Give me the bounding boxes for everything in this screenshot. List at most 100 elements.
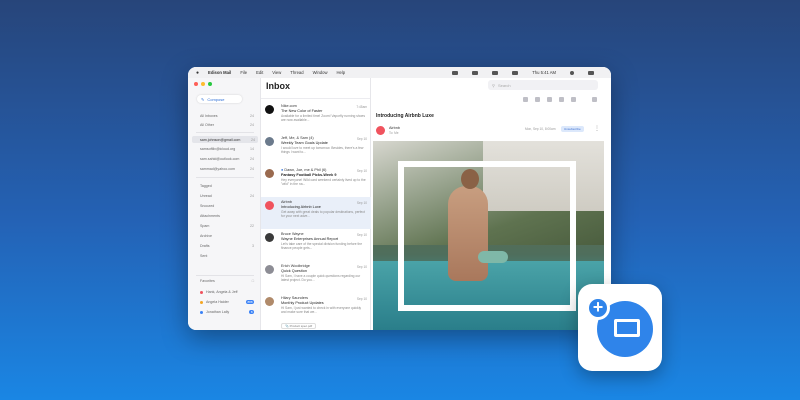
message-time: Sep 10 <box>356 265 367 269</box>
sidebar-account-3[interactable]: sam.sahid@outlook.com 24 <box>200 157 254 161</box>
message-row-annual-report[interactable]: Bruce Wayne Sep 10 Wayne Enterprises Ann… <box>261 229 371 261</box>
menu-app-name[interactable]: Edison Mail <box>208 70 231 75</box>
sidebar-item-label: sam.johnson@gmail.com <box>200 137 241 142</box>
spotlight-icon[interactable] <box>570 70 574 75</box>
sidebar-item-all-other[interactable]: All Other 24 <box>200 123 254 127</box>
message-snippet: Hey everyone! Wild card weekend certainl… <box>281 178 366 187</box>
menu-edit[interactable]: Edit <box>256 70 263 75</box>
sender-avatar <box>265 201 274 210</box>
minimize-window-button[interactable] <box>201 82 205 86</box>
favorite-item-3[interactable]: Jonathan Lally 8 <box>200 310 254 314</box>
attachment-chip[interactable]: 📎 Product spec.pdf <box>281 323 317 330</box>
sidebar-account-4[interactable]: sammad@yahoo.com 24 <box>200 167 254 171</box>
sidebar-item-label: sam.sahid@outlook.com <box>200 157 240 161</box>
sidebar-item-unread[interactable]: Unread 24 <box>200 194 254 198</box>
search-input[interactable]: ⚲ Search <box>488 80 598 90</box>
sidebar-item-sent[interactable]: Sent <box>200 254 254 258</box>
sidebar-item-label: Sent <box>200 254 208 258</box>
sidebar-item-label: Snoozed <box>200 204 215 208</box>
display-icon[interactable] <box>472 70 479 75</box>
control-center-icon[interactable] <box>588 70 594 75</box>
message-row-quick-question[interactable]: Erich Woolbridge Sep 10 Quick Question H… <box>261 261 371 293</box>
mail-status-icon[interactable] <box>452 70 459 75</box>
sidebar-item-label: Attachments <box>200 214 220 218</box>
message-subject: Weekly Team Goals Update <box>281 141 328 145</box>
favorite-item-1[interactable]: Hank, Angela & Jeff <box>200 290 254 294</box>
sender-avatar <box>265 265 274 274</box>
favorite-item-2[interactable]: Angela Haider 888 <box>200 300 254 304</box>
sidebar-item-snoozed[interactable]: Snoozed <box>200 204 254 208</box>
wifi-icon[interactable] <box>492 70 499 75</box>
menu-window[interactable]: Window <box>313 70 328 75</box>
apple-icon[interactable]: ● <box>196 70 199 76</box>
battery-icon[interactable] <box>512 70 519 75</box>
message-sender: Hilary Saunders <box>281 296 309 300</box>
pencil-icon: ✎ <box>201 96 205 102</box>
message-subject: The New Color of Faster <box>281 109 323 113</box>
message-row-team-goals[interactable]: Jeff, Me, & Sam (4) Sep 10 Weekly Team G… <box>261 133 371 165</box>
menu-view[interactable]: View <box>272 70 281 75</box>
menu-help[interactable]: Help <box>336 70 345 75</box>
message-row-product-updates[interactable]: Hilary Saunders Sep 10 Monthly Product U… <box>261 293 371 330</box>
sidebar-item-count: 24 <box>250 167 254 171</box>
favorite-color-dot <box>200 290 203 294</box>
message-snippet: Available for a limited time! Zoom! Vapo… <box>281 114 365 123</box>
sidebar-item-count: 14 <box>250 147 254 151</box>
message-sender: Jeff, Me, & Sam (4) <box>281 136 314 140</box>
favorite-count-badge: 8 <box>249 310 254 314</box>
menu-bar: ● Edison Mail File Edit View Thread Wind… <box>188 67 611 78</box>
app-icon-badge: + <box>578 284 662 371</box>
sidebar-item-count: 24 <box>250 157 254 161</box>
sender-avatar <box>265 233 274 242</box>
sidebar-item-all-inboxes[interactable]: All Inboxes 24 <box>200 114 254 118</box>
zoom-window-button[interactable] <box>208 82 212 86</box>
message-time: 7:45am <box>356 105 367 109</box>
menu-thread[interactable]: Thread <box>290 70 303 75</box>
favorites-title: Favorites <box>200 279 215 283</box>
sender-avatar <box>265 297 274 306</box>
sidebar-item-label: Unread <box>200 194 212 198</box>
message-sender: Nike.com <box>281 104 297 108</box>
sidebar-item-count: 24 <box>250 194 254 198</box>
sidebar-item-drafts[interactable]: Drafts 3 <box>200 244 254 248</box>
compose-label: Compose <box>207 96 225 102</box>
sender-avatar <box>265 105 274 114</box>
close-window-button[interactable] <box>194 82 198 86</box>
favorites-collapse-icon[interactable]: □ <box>252 279 254 283</box>
message-row-fantasy-football[interactable]: ● Dawn, Joe, me & Phil (6) Sep 10 Fantas… <box>261 165 371 197</box>
sidebar-account-2[interactable]: samsoftlix@icloud.org 14 <box>200 147 254 151</box>
sidebar-item-count: 24 <box>250 114 254 118</box>
sidebar-item-attachments[interactable]: Attachments <box>200 214 254 218</box>
sidebar-item-archive[interactable]: Archive <box>200 234 254 238</box>
mail-app-window: ● Edison Mail File Edit View Thread Wind… <box>188 67 611 330</box>
message-row-nike[interactable]: Nike.com 7:45am The New Color of Faster … <box>261 101 371 133</box>
menu-file[interactable]: File <box>240 70 247 75</box>
favorites-header: Favorites □ <box>200 279 254 283</box>
sender-avatar <box>265 169 274 178</box>
message-sender: Dawn, Joe, me & Phil (6) <box>284 168 327 172</box>
compose-button[interactable]: ✎ Compose <box>197 95 242 103</box>
message-sender: Bruce Wayne <box>281 232 304 236</box>
message-subject: Wayne Enterprises Annual Report <box>281 237 339 241</box>
sidebar-item-tagged[interactable]: Tagged <box>200 184 254 188</box>
sidebar-item-label: All Other <box>200 123 214 127</box>
sidebar-item-label: Spam <box>200 224 210 228</box>
favorite-label: Angela Haider <box>206 300 229 304</box>
sidebar-item-spam[interactable]: Spam 22 <box>200 224 254 228</box>
message-row-airbnb[interactable]: Airbnb Sep 10 Introducing Airbnb Luxe Ge… <box>261 197 371 229</box>
sidebar-account-1[interactable]: sam.johnson@gmail.com 24 <box>192 136 258 143</box>
message-time: Sep 10 <box>356 297 367 301</box>
sidebar-item-label: Tagged <box>200 184 212 188</box>
message-subject: Quick Question <box>281 269 307 273</box>
sidebar-item-count: 24 <box>250 123 254 127</box>
sidebar-divider <box>196 275 254 276</box>
message-sender: Airbnb <box>281 200 292 204</box>
message-snippet: Hi Sam, I have a couple quick questions … <box>281 274 361 283</box>
plus-icon: + <box>586 296 610 320</box>
favorite-count-badge: 888 <box>245 300 254 304</box>
message-subject: Introducing Airbnb Luxe <box>281 205 321 209</box>
envelope-icon <box>614 319 640 337</box>
attachment-name: Product spec.pdf <box>289 324 313 329</box>
sidebar-item-label: Drafts <box>200 244 210 248</box>
favorite-label: Hank, Angela & Jeff <box>206 290 238 294</box>
